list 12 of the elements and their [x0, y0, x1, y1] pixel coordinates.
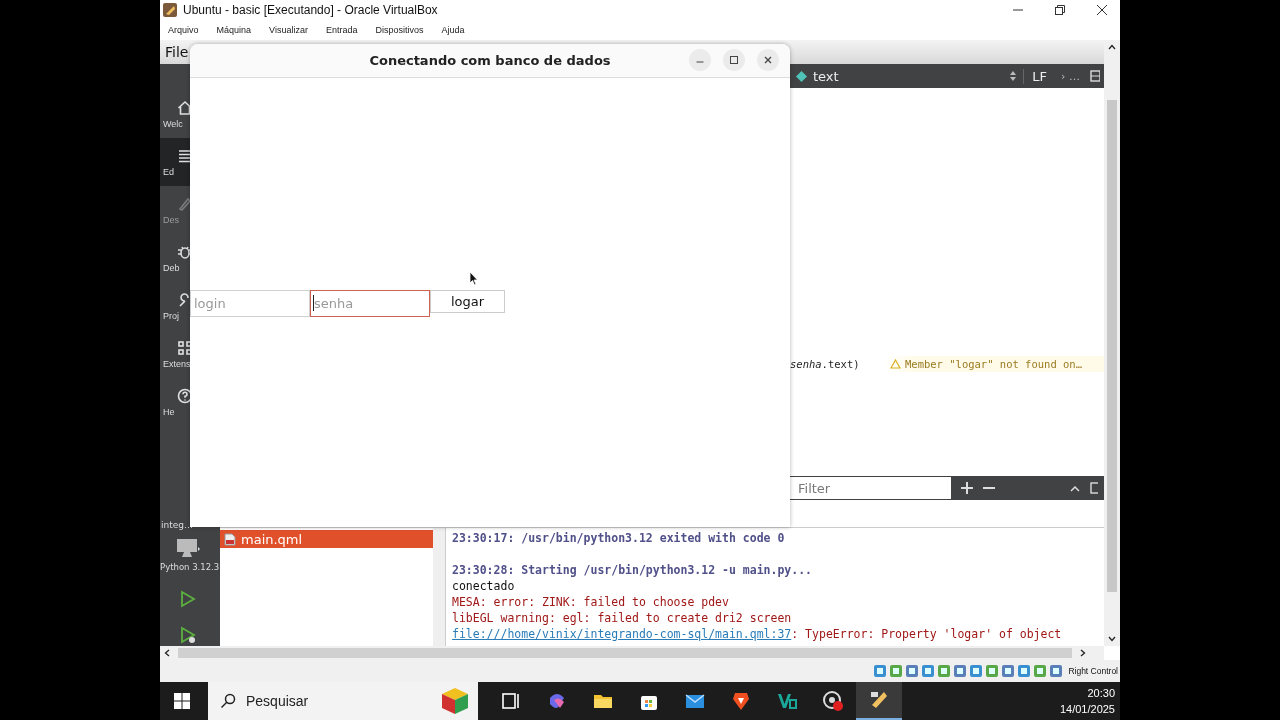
output-line: MESA: error: ZINK: failed to choose pdev: [452, 594, 730, 610]
dialog-title: Conectando com banco de dados: [369, 53, 611, 68]
output-line: libEGL warning: egl: failed to create dri2 screen: [452, 610, 793, 626]
host-key-label: Right Control: [1068, 666, 1118, 676]
code-text: senha.text): [790, 358, 861, 370]
warning-message: Member "logar" not found on…: [905, 358, 1082, 370]
output-line: conectado: [452, 578, 516, 594]
output-line: 23:30:28: Starting /usr/bin/python3.12 -u main.py...: [452, 562, 814, 578]
output-line: file:///home/vinix/integrando-com-sql/main.qml:37: TypeError: Property 'logar' of object: [452, 626, 1063, 642]
window-title: Ubuntu - basic [Executando] - Oracle VirtualBox: [183, 3, 438, 17]
output-line: 23:30:17: /usr/bin/python3.12 exited with code 0: [452, 530, 786, 546]
kit-label: Python 3.12.3: [160, 562, 220, 572]
